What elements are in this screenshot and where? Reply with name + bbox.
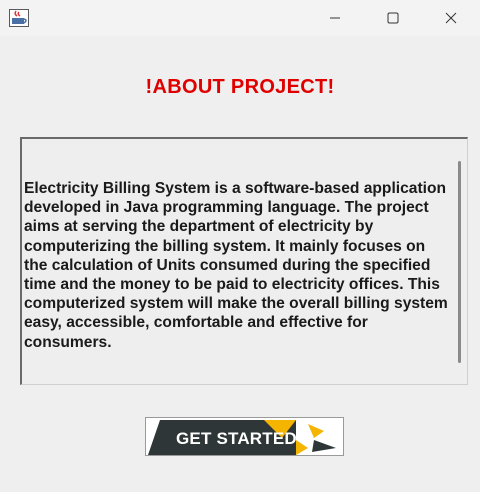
page-title: !ABOUT PROJECT!: [145, 76, 335, 98]
description-text: Electricity Billing System is a software…: [24, 180, 448, 351]
maximize-icon: [387, 12, 399, 24]
java-cup-icon: [9, 9, 29, 27]
title-bar: [0, 0, 480, 36]
get-started-button[interactable]: GET STARTED: [145, 417, 344, 456]
close-icon: [445, 12, 457, 24]
minimize-button[interactable]: [306, 0, 364, 36]
close-button[interactable]: [422, 0, 480, 36]
description-text-area[interactable]: Electricity Billing System is a software…: [20, 137, 468, 385]
minimize-icon: [330, 17, 340, 19]
get-started-label: GET STARTED: [176, 429, 297, 448]
vertical-scrollbar[interactable]: [458, 161, 461, 363]
maximize-button[interactable]: [364, 0, 422, 36]
